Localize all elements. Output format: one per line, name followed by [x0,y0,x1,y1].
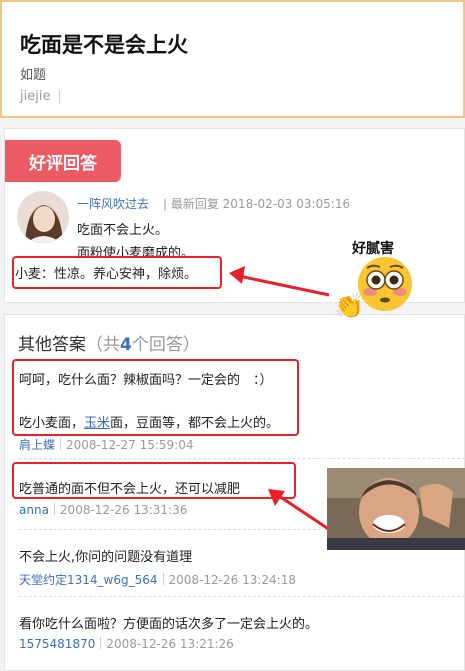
arrow-icon [229,266,330,297]
answer-meta: anna 2008-12-26 13:31:36 [19,503,187,517]
question-author[interactable]: jiejie [20,89,50,104]
question-card: 吃面是不是会上火 如题 jiejie [0,0,465,118]
answer-meta: 肩上蝶 2008-12-27 15:59:04 [19,436,193,453]
best-answer-meta: | 最新回复 2018-02-03 03:05:16 [163,197,351,211]
answer-author[interactable]: anna [19,503,49,517]
best-answer-author[interactable]: 一阵风吹过去 [77,195,149,212]
divider [19,596,465,597]
highlight-box [12,256,222,289]
answer-meta: 天堂约定1314_w6g_564 2008-12-26 13:24:18 [19,571,296,588]
best-answer-badge: 好评回答 [5,140,121,182]
avatar-image-icon [17,191,69,243]
answer-date: 2008-12-26 13:31:36 [59,503,188,517]
divider [100,637,102,649]
other-answers-heading: 其他答案（共4个回答） [18,330,200,355]
highlight-box [12,359,299,436]
answer-text: 不会上火,你问的问题没有道理 [19,550,193,565]
other-answers-title: 其他答案 [18,335,86,355]
divider [53,503,55,515]
divider [59,90,60,104]
sticker-caption: 好腻害 [352,241,394,257]
answer-author[interactable]: 天堂约定1314_w6g_564 [19,573,158,587]
answer-date: 2008-12-26 13:21:26 [106,637,234,651]
laughing-man-photo-icon [327,468,465,550]
answer-author[interactable]: 1575481870 [19,637,95,651]
answer-count-prefix: （共 [86,335,120,355]
question-description: 如题 [20,68,47,83]
best-answer-line: 吃面不会上火。 [77,223,169,238]
answer-date: 2008-12-26 13:24:18 [168,573,296,587]
divider [60,438,62,450]
highlight-box [12,462,296,499]
answer-author[interactable]: 肩上蝶 [19,438,55,452]
avatar[interactable] [17,191,69,243]
question-title: 吃面是不是会上火 [20,33,188,57]
divider [19,458,465,459]
answer-meta: 1575481870 2008-12-26 13:21:26 [19,637,234,651]
flushed-face-icon [358,257,412,311]
answer-text: 看你吃什么面啦？方便面的话次多了一定会上火的。 [19,617,319,632]
answer-count-suffix: 个回答） [131,335,200,355]
answer-count: 4 [120,335,132,355]
divider [162,573,164,585]
clapping-hands-icon: 👏 [334,292,364,320]
answer-date: 2008-12-27 15:59:04 [66,438,194,452]
